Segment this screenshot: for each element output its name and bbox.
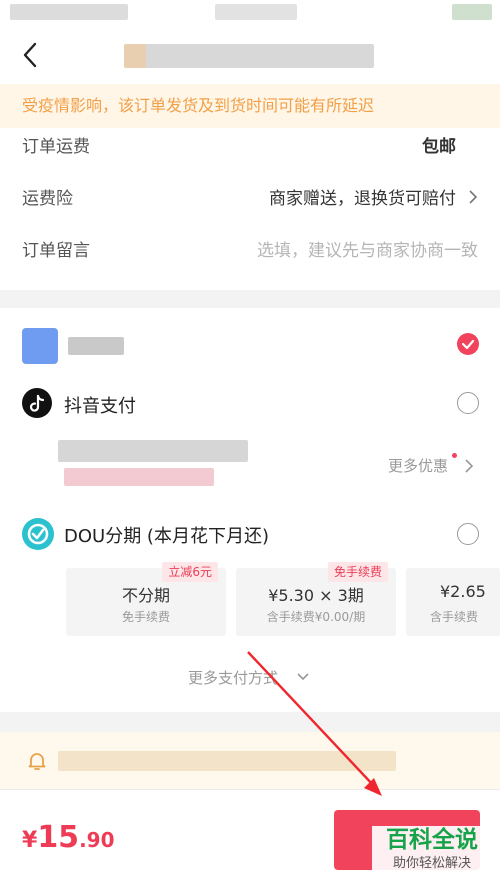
- more-payment-methods-label: 更多支付方式: [188, 669, 279, 687]
- message-input[interactable]: 选填，建议先与商家协商一致: [257, 236, 478, 261]
- douyin-pay-radio[interactable]: [457, 392, 479, 414]
- back-arrow-icon: [23, 42, 37, 68]
- installment-plan-1[interactable]: 立减6元 不分期 免手续费: [66, 562, 226, 636]
- section-divider: [0, 290, 500, 308]
- price-symbol: ¥: [22, 828, 38, 853]
- douyin-logo-icon: [22, 388, 52, 418]
- payment-option-douyin[interactable]: 抖音支付: [0, 376, 500, 432]
- more-payment-methods[interactable]: 更多支付方式: [188, 667, 309, 689]
- installment-plan-3[interactable]: ¥2.65 含手续费: [406, 568, 500, 636]
- watermark-sub: 助你轻松解决: [392, 856, 471, 871]
- payment-option-1-name-blurred: [68, 337, 124, 355]
- plan-badge: 立减6元: [162, 562, 218, 582]
- watermark: 百科全说 助你轻松解决: [372, 826, 492, 886]
- insurance-value: 商家赠送，退换货可赔付: [269, 189, 456, 209]
- plan-subtitle: 免手续费: [121, 610, 170, 624]
- douyin-sub-blurred-1: [58, 440, 248, 462]
- status-blurred-right: [452, 4, 492, 20]
- payment-option-1-logo: [22, 328, 58, 364]
- status-blurred-center: [215, 4, 297, 20]
- status-blurred-left: [10, 4, 128, 20]
- epidemic-notice: 受疫情影响，该订单发货及到货时间可能有所延迟: [0, 84, 500, 128]
- dou-installment-icon: [22, 518, 54, 550]
- douyin-pay-label: 抖音支付: [64, 396, 136, 417]
- dou-installment-label: DOU分期 (本月花下月还): [64, 526, 269, 547]
- checkmark-icon: [461, 339, 475, 350]
- shipping-value: 包邮: [422, 137, 456, 157]
- plan-subtitle: 含手续费¥0.00/期: [266, 610, 366, 624]
- price-integer: 15: [37, 820, 80, 855]
- insurance-label: 运费险: [22, 189, 73, 209]
- bell-notice-text-blurred: [58, 751, 396, 771]
- notice-text: 受疫情影响，该订单发货及到货时间可能有所延迟: [22, 96, 375, 115]
- more-discounts-label: 更多优惠: [388, 457, 449, 475]
- total-price: ¥15.90: [22, 820, 115, 855]
- payment-option-dou-installment[interactable]: DOU分期 (本月花下月还): [0, 508, 500, 560]
- bell-icon: [28, 753, 46, 770]
- plan-title: ¥5.30 × 3期: [268, 586, 364, 605]
- plan-title: ¥2.65: [440, 582, 486, 601]
- more-discounts-link[interactable]: 更多优惠: [388, 453, 474, 477]
- dou-installment-radio[interactable]: [457, 523, 479, 545]
- status-bar: [0, 0, 500, 26]
- message-row: 订单留言 选填，建议先与商家协商一致: [0, 220, 500, 272]
- chevron-right-icon: [469, 190, 478, 204]
- back-button[interactable]: [18, 40, 44, 70]
- message-label: 订单留言: [22, 241, 90, 261]
- section-divider: [0, 712, 500, 732]
- insurance-row[interactable]: 运费险 商家赠送，退换货可赔付: [0, 168, 500, 220]
- shipping-label: 订单运费: [22, 137, 90, 157]
- douyin-sub-blurred-2: [64, 468, 214, 486]
- bottom-bar: ¥15.90 百科全说 助你轻松解决: [0, 789, 500, 889]
- bell-notice: [0, 732, 500, 789]
- chevron-right-icon: [465, 459, 474, 473]
- chevron-down-icon: [297, 673, 309, 681]
- payment-option-1[interactable]: [0, 318, 500, 370]
- plan-title: 不分期: [121, 586, 170, 605]
- page-title-blurred: [124, 44, 374, 68]
- header: [0, 26, 500, 84]
- price-decimal: .90: [79, 828, 115, 852]
- payment-option-1-radio[interactable]: [457, 333, 479, 355]
- installment-plan-2[interactable]: 免手续费 ¥5.30 × 3期 含手续费¥0.00/期: [236, 562, 396, 636]
- red-dot-indicator: [452, 453, 457, 458]
- plan-subtitle: 含手续费: [430, 610, 479, 624]
- plan-badge: 免手续费: [327, 562, 388, 582]
- watermark-main: 百科全说: [386, 827, 478, 853]
